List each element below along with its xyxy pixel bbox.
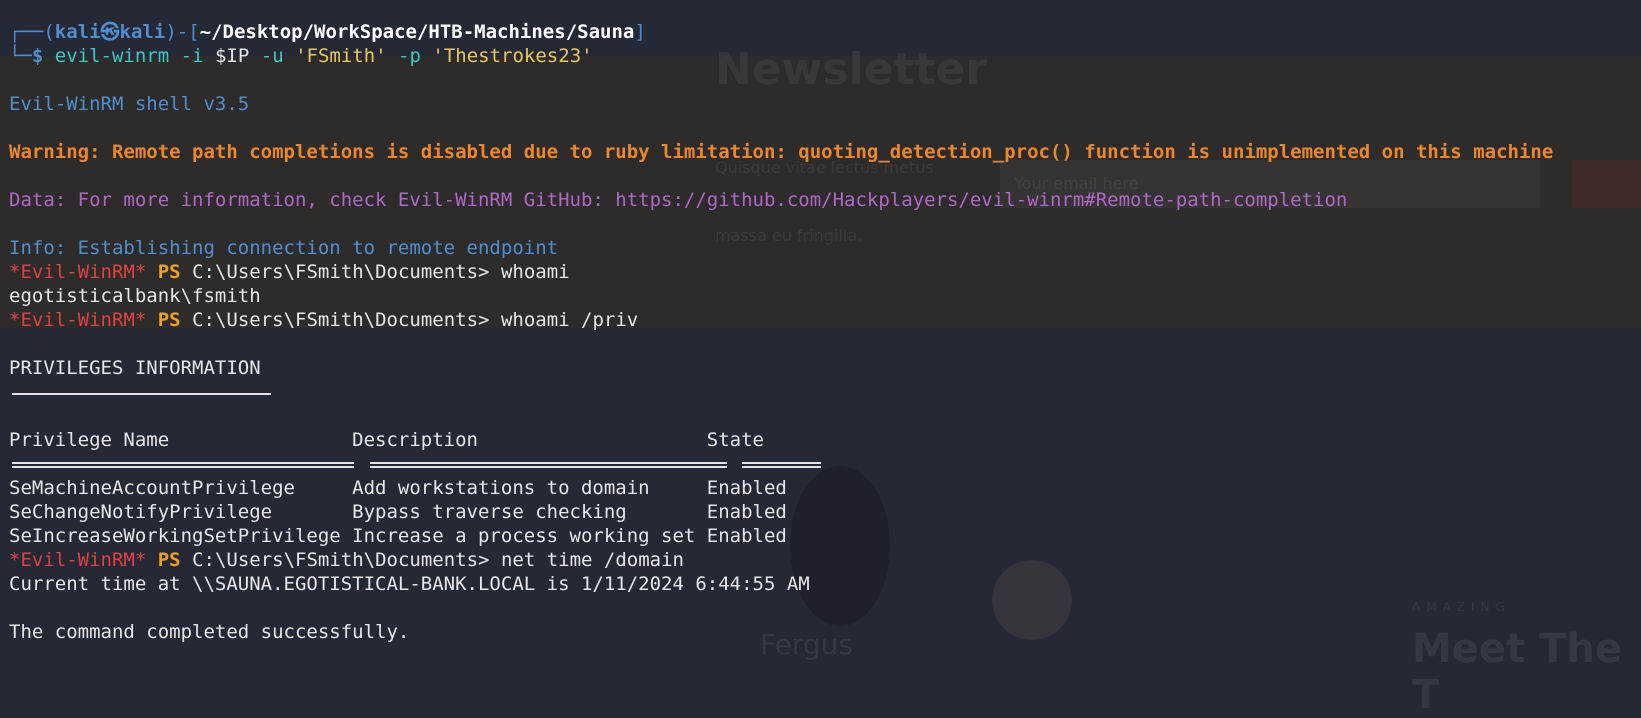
- prompt-bracket-end: ]: [634, 21, 646, 43]
- command-password-arg: 'Thestrokes23': [432, 45, 593, 67]
- command-flag-p: -p: [398, 45, 421, 67]
- evil-winrm-prefix: *Evil-WinRM*: [9, 261, 147, 283]
- ps-label: PS: [157, 261, 181, 283]
- ps-path: C:\Users\FSmith\Documents>: [192, 309, 490, 331]
- prompt-line: ┌──(kali㉿kali)-[~/Desktop/WorkSpace/HTB-…: [9, 20, 1641, 44]
- info-message: Info: Establishing connection to remote …: [9, 237, 559, 259]
- ps-path: C:\Users\FSmith\Documents>: [192, 549, 490, 571]
- evil-winrm-prefix: *Evil-WinRM*: [9, 549, 147, 571]
- prompt-host: kali: [119, 21, 166, 43]
- ps-prompt-whoami-priv: *Evil-WinRM* PS C:\Users\FSmith\Document…: [9, 308, 1641, 332]
- prompt-corner-top: ┌──(: [9, 21, 55, 43]
- ps-label: PS: [157, 309, 181, 331]
- net-time-output: Current time at \\SAUNA.EGOTISTICAL-BANK…: [9, 573, 810, 595]
- evil-winrm-prefix: *Evil-WinRM*: [9, 309, 147, 331]
- privileges-table-row: SeMachineAccountPrivilege Add workstatio…: [9, 477, 787, 499]
- ps-path: C:\Users\FSmith\Documents>: [192, 261, 490, 283]
- privileges-table-header: Privilege Name Description State: [9, 429, 764, 451]
- prompt-separator: )-[: [165, 21, 200, 43]
- command-program: evil-winrm: [54, 45, 170, 67]
- terminal-window[interactable]: ┌──(kali㉿kali)-[~/Desktop/WorkSpace/HTB-…: [9, 20, 1641, 644]
- command-flag-i: -i: [180, 45, 204, 67]
- prompt-corner-bottom: └─: [9, 45, 32, 67]
- ps-prompt-net-time: *Evil-WinRM* PS C:\Users\FSmith\Document…: [9, 548, 1641, 572]
- whoami-output: egotisticalbank\fsmith: [9, 285, 261, 307]
- data-message: Data: For more information, check Evil-W…: [9, 189, 1348, 211]
- prompt-dollar: $: [31, 45, 44, 67]
- prompt-path: ~/Desktop/WorkSpace/HTB-Machines/Sauna: [199, 21, 635, 43]
- ps-command: net time /domain: [500, 549, 684, 571]
- privileges-header: PRIVILEGES INFORMATION: [9, 357, 261, 379]
- ps-command: whoami /priv: [500, 309, 639, 331]
- prompt-user: kali: [54, 21, 101, 43]
- command-line[interactable]: └─$ evil-winrm -i $IP -u 'FSmith' -p 'Th…: [9, 44, 1641, 68]
- privileges-table-row: SeIncreaseWorkingSetPrivilege Increase a…: [9, 525, 787, 547]
- ps-command: whoami: [500, 261, 570, 283]
- command-ip-var: $IP: [214, 45, 250, 67]
- ps-prompt-whoami: *Evil-WinRM* PS C:\Users\FSmith\Document…: [9, 260, 1641, 284]
- ps-label: PS: [157, 549, 181, 571]
- privileges-table-row: SeChangeNotifyPrivilege Bypass traverse …: [9, 501, 787, 523]
- command-user-arg: 'FSmith': [295, 45, 387, 67]
- kali-skull-icon: ㉿: [100, 21, 120, 43]
- shell-version: Evil-WinRM shell v3.5: [9, 93, 250, 115]
- warning-message: Warning: Remote path completions is disa…: [9, 141, 1554, 163]
- command-flag-u: -u: [260, 45, 284, 67]
- command-completed: The command completed successfully.: [9, 621, 410, 643]
